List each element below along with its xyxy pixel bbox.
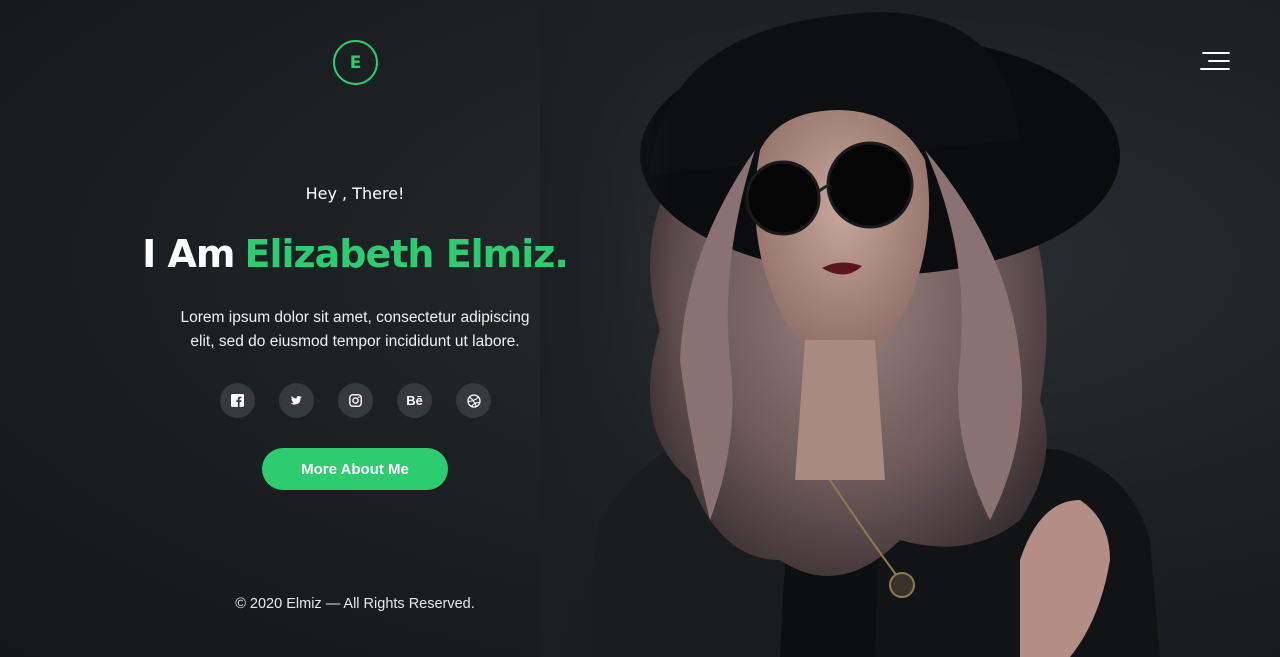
portrait-image xyxy=(540,0,1280,657)
copyright-text: © 2020 Elmiz — All Rights Reserved. xyxy=(235,596,475,612)
behance-icon[interactable]: Bē xyxy=(397,383,432,418)
menu-bar-middle xyxy=(1208,60,1230,62)
social-links: Bē xyxy=(220,383,491,418)
menu-icon[interactable] xyxy=(1198,50,1232,72)
bio-line: Lorem ipsum dolor sit amet, consectetur … xyxy=(180,309,530,326)
logo[interactable]: E xyxy=(333,40,378,85)
menu-bar-bottom xyxy=(1200,68,1230,70)
hero-page: E Hey , There! I Am Elizabeth Elmiz. Lore… xyxy=(0,0,1280,657)
bio-line: elit, sed do eiusmod tempor incididunt u… xyxy=(190,333,520,350)
menu-bar-top xyxy=(1202,52,1230,54)
hero-bio: Lorem ipsum dolor sit amet, consectetur … xyxy=(155,306,555,354)
behance-glyph: Bē xyxy=(406,393,423,408)
facebook-icon[interactable] xyxy=(220,383,255,418)
greeting-text: Hey , There! xyxy=(305,184,405,203)
hero-headline: I Am Elizabeth Elmiz. xyxy=(0,232,710,276)
instagram-icon[interactable] xyxy=(338,383,373,418)
dribbble-icon[interactable] xyxy=(456,383,491,418)
more-about-me-button[interactable]: More About Me xyxy=(262,448,448,490)
twitter-icon[interactable] xyxy=(279,383,314,418)
headline-prefix: I Am xyxy=(142,232,235,276)
headline-name: Elizabeth Elmiz. xyxy=(244,232,569,276)
